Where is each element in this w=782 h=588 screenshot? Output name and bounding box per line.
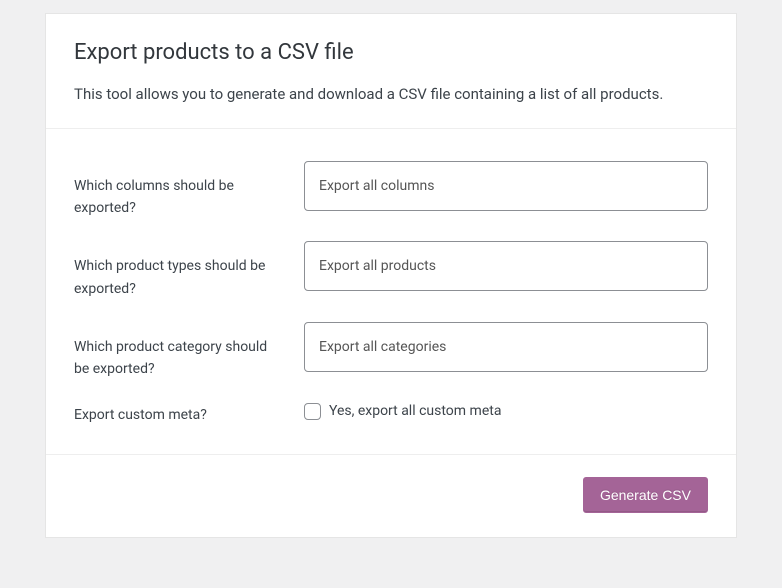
select-types[interactable]: Export all products [304,241,708,291]
control-types: Export all products [304,241,708,291]
card-footer: Generate CSV [46,455,736,537]
checkbox-label-meta[interactable]: Yes, export all custom meta [329,403,501,419]
export-card: Export products to a CSV file This tool … [45,13,737,538]
label-types: Which product types should be exported? [74,241,304,300]
card-header: Export products to a CSV file This tool … [46,14,736,128]
row-types: Which product types should be exported? … [74,241,708,300]
row-columns: Which columns should be exported? Export… [74,161,708,220]
form-body: Which columns should be exported? Export… [46,129,736,455]
row-meta: Export custom meta? Yes, export all cust… [74,403,708,426]
row-categories: Which product category should be exporte… [74,322,708,381]
page-title: Export products to a CSV file [74,40,708,65]
control-meta: Yes, export all custom meta [304,403,708,420]
control-categories: Export all categories [304,322,708,372]
label-columns: Which columns should be exported? [74,161,304,220]
generate-csv-button[interactable]: Generate CSV [583,477,708,513]
control-columns: Export all columns [304,161,708,211]
page-description: This tool allows you to generate and dow… [74,83,708,106]
select-categories[interactable]: Export all categories [304,322,708,372]
select-columns[interactable]: Export all columns [304,161,708,211]
checkbox-wrap-meta: Yes, export all custom meta [304,403,708,420]
label-meta: Export custom meta? [74,403,304,426]
checkbox-meta[interactable] [304,403,321,420]
label-categories: Which product category should be exporte… [74,322,304,381]
